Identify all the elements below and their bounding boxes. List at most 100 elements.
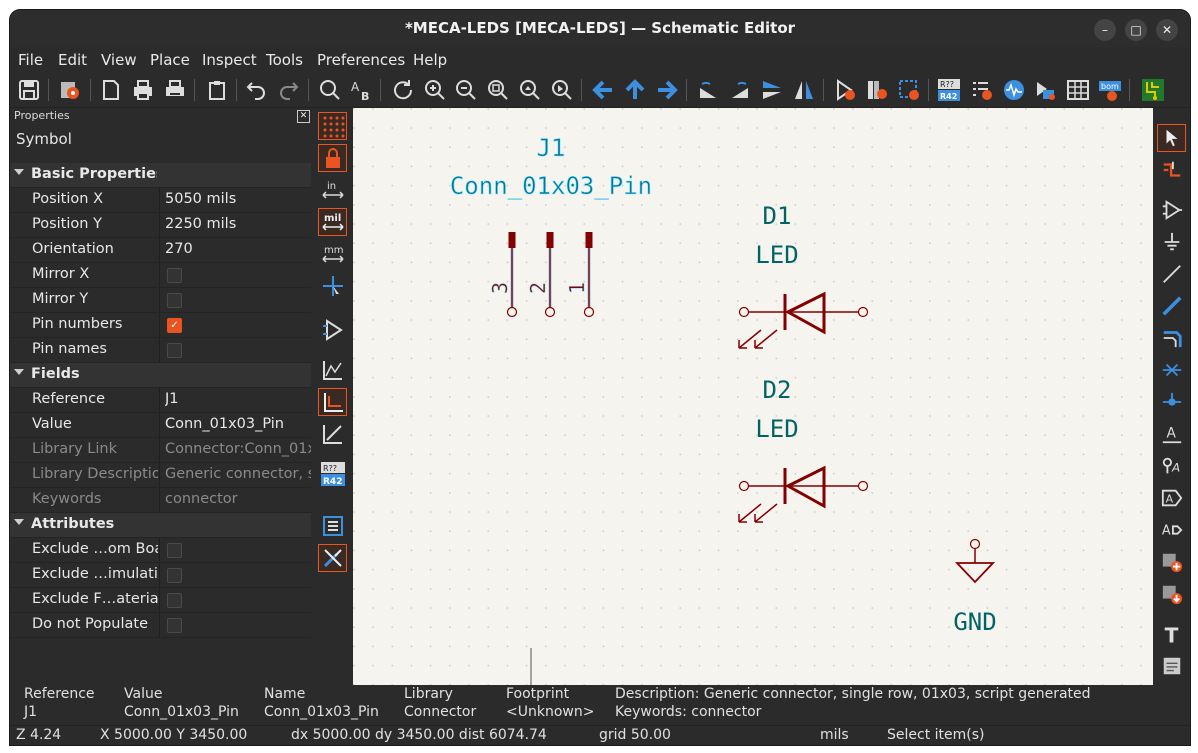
close-button[interactable]: ✕ <box>1156 19 1178 41</box>
add-textbox-icon[interactable] <box>1157 652 1186 680</box>
add-wire-icon[interactable] <box>1157 260 1186 288</box>
menu-place[interactable]: Place <box>150 51 190 69</box>
mirror-horizontal-icon[interactable] <box>791 77 817 103</box>
refresh-icon[interactable] <box>390 77 416 103</box>
new-page-icon[interactable] <box>98 77 124 103</box>
bus-entry-icon[interactable] <box>1157 324 1186 352</box>
add-power-icon[interactable] <box>1157 228 1186 256</box>
pin-numbers-checkbox[interactable]: ✓ <box>167 318 182 333</box>
add-sheet-icon[interactable] <box>1157 548 1186 576</box>
line-mode-90-icon[interactable] <box>318 388 347 416</box>
j1-reference[interactable]: J1 <box>536 134 566 163</box>
navigate-back-icon[interactable] <box>590 77 616 103</box>
no-connect-icon[interactable] <box>1157 356 1186 384</box>
plot-icon[interactable] <box>162 77 188 103</box>
zoom-in-icon[interactable] <box>422 77 448 103</box>
units-mils-icon[interactable]: mil <box>318 208 347 236</box>
annotate-left-icon[interactable]: R?? R42 <box>318 460 347 488</box>
symbol-browser-icon[interactable] <box>864 77 890 103</box>
save-icon[interactable] <box>16 77 42 103</box>
footprint-editor-icon[interactable] <box>1032 77 1058 103</box>
d1-value[interactable]: LED <box>755 241 798 269</box>
erc-icon[interactable] <box>969 77 995 103</box>
d2-value[interactable]: LED <box>755 415 798 443</box>
net-label-icon[interactable]: A <box>1157 420 1186 448</box>
navigate-up-icon[interactable] <box>622 77 648 103</box>
line-mode-45-icon[interactable] <box>318 420 347 448</box>
collapse-caret-icon[interactable] <box>14 369 24 375</box>
highlight-net-icon[interactable] <box>1157 156 1186 184</box>
menu-view[interactable]: View <box>101 51 137 69</box>
mirror-vertical-icon[interactable] <box>759 77 785 103</box>
do-not-populate-checkbox[interactable] <box>167 618 182 633</box>
line-mode-free-icon[interactable] <box>318 356 347 384</box>
switch-to-pcb-icon[interactable] <box>1140 77 1166 103</box>
global-label-icon[interactable]: A <box>1157 484 1186 512</box>
directive-label-icon[interactable]: A <box>1157 452 1186 480</box>
annotate-icon[interactable]: R?? R42 <box>936 77 962 103</box>
gnd-label[interactable]: GND <box>953 608 996 636</box>
j1-value[interactable]: Conn_01x03_Pin <box>450 172 653 201</box>
properties-panel-toggle-icon[interactable] <box>318 544 347 572</box>
pin-names-checkbox[interactable] <box>167 343 182 358</box>
units-mm-icon[interactable]: mm <box>318 240 347 268</box>
menu-file[interactable]: File <box>18 51 43 69</box>
select-tool-icon[interactable] <box>1157 124 1186 152</box>
d2-reference[interactable]: D2 <box>763 376 792 404</box>
navigate-forward-icon[interactable] <box>654 77 680 103</box>
exclude-board-checkbox[interactable] <box>167 543 182 558</box>
schematic-canvas[interactable]: J1 Conn_01x03_Pin 3 2 1 D1 LED D2 LED GN… <box>353 108 1153 685</box>
symbol-fields-table-icon[interactable] <box>1065 77 1091 103</box>
bom-icon[interactable]: bom <box>1097 77 1123 103</box>
find-icon[interactable] <box>317 77 343 103</box>
d1-reference[interactable]: D1 <box>763 202 792 230</box>
section-fields[interactable]: Fields <box>10 363 311 388</box>
undo-icon[interactable] <box>243 77 269 103</box>
schematic-setup-icon[interactable] <box>57 77 83 103</box>
rotate-ccw-icon[interactable] <box>695 77 721 103</box>
zoom-objects-icon[interactable] <box>517 77 543 103</box>
zoom-tool-icon[interactable] <box>549 77 575 103</box>
menu-help[interactable]: Help <box>413 51 447 69</box>
print-icon[interactable] <box>130 77 156 103</box>
footprint-assign-icon[interactable] <box>896 77 922 103</box>
add-bus-icon[interactable] <box>1157 292 1186 320</box>
rotate-cw-icon[interactable] <box>727 77 753 103</box>
grid-lock-icon[interactable] <box>318 144 347 172</box>
collapse-caret-icon[interactable] <box>14 519 24 525</box>
property-row[interactable]: Orientation 270 <box>10 238 311 263</box>
mirror-y-checkbox[interactable] <box>167 293 182 308</box>
exclude-simulation-checkbox[interactable] <box>167 568 182 583</box>
menu-inspect[interactable]: Inspect <box>202 51 257 69</box>
hidden-pins-icon[interactable] <box>318 316 347 344</box>
hierarchical-label-icon[interactable]: A <box>1157 516 1186 544</box>
symbol-editor-icon[interactable] <box>832 77 858 103</box>
property-row[interactable]: Reference J1 <box>10 388 311 413</box>
menu-edit[interactable]: Edit <box>58 51 87 69</box>
grid-toggle-icon[interactable] <box>318 112 347 140</box>
junction-icon[interactable] <box>1157 388 1186 416</box>
zoom-out-icon[interactable] <box>453 77 479 103</box>
find-replace-icon[interactable]: AB <box>348 77 374 103</box>
add-text-icon[interactable]: T <box>1157 620 1186 648</box>
property-row[interactable]: Position Y 2250 mils <box>10 213 311 238</box>
zoom-fit-icon[interactable] <box>485 77 511 103</box>
section-attributes[interactable]: Attributes <box>10 513 311 538</box>
schematic-drawing[interactable]: J1 Conn_01x03_Pin 3 2 1 D1 LED D2 LED GN… <box>353 108 1153 685</box>
cursor-crosshair-icon[interactable] <box>318 272 347 300</box>
simulator-icon[interactable] <box>1001 77 1027 103</box>
menu-preferences[interactable]: Preferences <box>317 51 405 69</box>
collapse-caret-icon[interactable] <box>14 169 24 175</box>
units-inches-icon[interactable]: in <box>318 176 347 204</box>
hierarchy-navigator-icon[interactable] <box>318 512 347 540</box>
menu-tools[interactable]: Tools <box>266 51 303 69</box>
import-sheet-pin-icon[interactable] <box>1157 580 1186 608</box>
section-basic-properties[interactable]: Basic Properties <box>10 163 311 188</box>
property-row[interactable]: Position X 5050 mils <box>10 188 311 213</box>
exclude-bom-checkbox[interactable] <box>167 593 182 608</box>
properties-close-icon[interactable]: ✕ <box>297 110 310 123</box>
maximize-button[interactable]: □ <box>1125 19 1147 41</box>
add-symbol-icon[interactable] <box>1157 196 1186 224</box>
mirror-x-checkbox[interactable] <box>167 268 182 283</box>
redo-icon[interactable] <box>276 77 302 103</box>
